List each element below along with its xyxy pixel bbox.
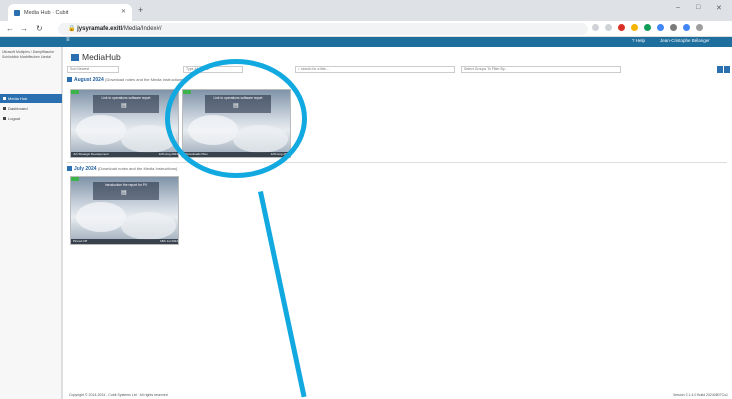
extension-icon[interactable] bbox=[631, 24, 638, 31]
sidebar-item-media-hub[interactable]: Media Hub bbox=[0, 94, 62, 103]
sidebar-item-dashboard[interactable]: Dashboard bbox=[0, 104, 62, 113]
page-footer: Copyright © 2014-2024 - Cubit Systems Lt… bbox=[63, 390, 732, 399]
address-bar-row: ← → ↻ 🔒 jysyramafe.exitl/Media/Index#/ bbox=[0, 21, 732, 37]
close-window-button[interactable]: ✕ bbox=[716, 4, 722, 12]
card-date: 12th Aug 2024 bbox=[158, 152, 178, 156]
sidebar: Ultrasoft Multiples / Dampfflasche Schön… bbox=[0, 47, 62, 399]
card-name: Juli Strategic Development bbox=[73, 152, 109, 156]
section-note[interactable]: (Download notes and the Media Instructio… bbox=[98, 166, 177, 171]
extension-icon[interactable] bbox=[644, 24, 651, 31]
section-checkbox[interactable] bbox=[67, 166, 72, 171]
media-card[interactable]: Introduction the report for PV ▤ Pinned … bbox=[70, 176, 179, 245]
page-title-text: MediaHub bbox=[82, 52, 121, 62]
browser-tabstrip: Media Hub · Cubit ✕ + – □ ✕ bbox=[0, 0, 732, 21]
help-link[interactable]: ? Help bbox=[632, 38, 645, 43]
version-text: Version 2.1.4.0 Build 20240807Cu1 bbox=[672, 393, 728, 397]
extension-icon[interactable] bbox=[605, 24, 612, 31]
cloud-shape bbox=[121, 212, 176, 240]
card-name: Pinned Off bbox=[73, 239, 88, 243]
forward-arrow-icon[interactable]: → bbox=[20, 24, 28, 33]
sort-select[interactable]: Sort Newest bbox=[67, 66, 119, 73]
highlight-circle bbox=[165, 59, 307, 178]
url-prefix: jysyramafe.exitl bbox=[77, 26, 123, 32]
maximize-button[interactable]: □ bbox=[696, 4, 700, 11]
sidebar-item-label: Dashboard bbox=[8, 106, 28, 111]
document-icon: ▤ bbox=[121, 190, 127, 196]
sidebar-item-label: Logout bbox=[8, 116, 21, 121]
search-input[interactable]: ⌕ search for a title... bbox=[295, 66, 455, 73]
grid-view-button[interactable] bbox=[717, 66, 723, 73]
card-date: 18th Jul 2024 bbox=[159, 239, 178, 243]
copyright-text: Copyright © 2014-2024 - Cubit Systems Lt… bbox=[69, 393, 168, 397]
cloud-shape bbox=[76, 115, 126, 145]
user-menu[interactable]: Jean-Cristophe Bélanger bbox=[660, 38, 710, 43]
extension-icon[interactable] bbox=[618, 24, 625, 31]
group-filter-input[interactable]: Select Groups To Filter By... bbox=[461, 66, 621, 73]
app-header: ≡ ? Help Jean-Cristophe Bélanger bbox=[0, 37, 732, 47]
extension-icon[interactable] bbox=[670, 24, 677, 31]
lock-icon: 🔒 bbox=[68, 26, 78, 32]
section-title: August 2024 bbox=[74, 77, 104, 83]
group-placeholder: Select Groups To Filter By... bbox=[464, 67, 508, 71]
filter-row: Sort Newest Type All Types ⌕ search for … bbox=[63, 66, 732, 74]
extension-icon[interactable] bbox=[683, 24, 690, 31]
section-checkbox[interactable] bbox=[67, 77, 72, 82]
new-badge bbox=[71, 90, 79, 94]
media-card[interactable]: Link to operations software report ▤ Jul… bbox=[70, 89, 179, 158]
sidebar-item-logout[interactable]: Logout bbox=[0, 114, 62, 123]
extension-icon[interactable] bbox=[592, 24, 599, 31]
card-footer: Pinned Off 18th Jul 2024 bbox=[71, 239, 178, 244]
reload-icon[interactable]: ↻ bbox=[36, 24, 43, 33]
main-content: MediaHub Sort Newest Type All Types ⌕ se… bbox=[63, 47, 732, 399]
section-heading: July 2024 (Download notes and the Media … bbox=[67, 166, 177, 172]
extension-icons bbox=[592, 24, 703, 31]
extension-icon[interactable] bbox=[657, 24, 664, 31]
card-footer: Juli Strategic Development 12th Aug 2024 bbox=[71, 152, 178, 157]
cloud-shape bbox=[76, 202, 126, 232]
favicon-icon bbox=[14, 9, 20, 16]
search-placeholder: search for a title... bbox=[300, 67, 329, 71]
section-heading: August 2024 (Download notes and the Medi… bbox=[67, 77, 185, 83]
sidebar-item-label: Media Hub bbox=[8, 96, 28, 101]
media-icon bbox=[71, 54, 79, 61]
minimize-button[interactable]: – bbox=[676, 4, 680, 11]
back-arrow-icon[interactable]: ← bbox=[6, 24, 14, 33]
document-icon: ▤ bbox=[121, 103, 127, 109]
url-input[interactable]: 🔒 jysyramafe.exitl/Media/Index#/ bbox=[58, 23, 588, 35]
section-note[interactable]: (Download notes and the Media Instructio… bbox=[105, 77, 184, 82]
tab-title: Media Hub · Cubit bbox=[24, 9, 69, 16]
menu-icon[interactable]: ≡ bbox=[66, 37, 70, 43]
new-badge bbox=[71, 177, 79, 181]
add-button[interactable] bbox=[724, 66, 730, 73]
section-divider bbox=[67, 162, 727, 163]
org-name: Ultrasoft Multiples / Dampfflasche Schön… bbox=[2, 50, 55, 59]
new-tab-button[interactable]: + bbox=[138, 5, 143, 15]
tab-close-icon[interactable]: ✕ bbox=[121, 8, 126, 15]
sort-value: Newest bbox=[77, 67, 90, 71]
extension-icon[interactable] bbox=[696, 24, 703, 31]
url-path: /Media/Index#/ bbox=[122, 26, 162, 32]
section-title: July 2024 bbox=[74, 166, 97, 172]
sort-label: Sort bbox=[70, 67, 77, 71]
browser-tab[interactable]: Media Hub · Cubit ✕ bbox=[8, 4, 132, 21]
page-title: MediaHub bbox=[71, 52, 121, 62]
